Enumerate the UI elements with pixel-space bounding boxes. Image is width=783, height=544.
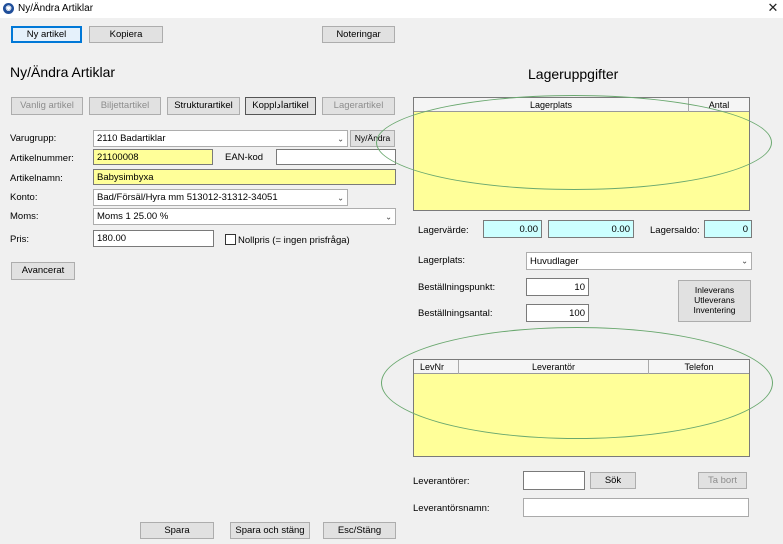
account-label: Konto: [10, 192, 38, 203]
price-label: Pris: [10, 234, 29, 245]
escape-close-button[interactable]: Esc/Stäng [323, 522, 396, 539]
app-logo-icon: ◉ [3, 3, 14, 14]
stock-value-field-2: 0.00 [548, 220, 634, 238]
column-header-leverantor[interactable]: Leverantör [459, 360, 649, 374]
ean-label: EAN-kod [225, 152, 264, 163]
article-number-field[interactable]: 21100008 [93, 149, 213, 165]
chevron-down-icon: ⌄ [337, 193, 344, 202]
page-title: Ny/Ändra Artiklar [10, 64, 116, 80]
chevron-down-icon: ⌄ [337, 134, 344, 143]
ean-field[interactable] [276, 149, 396, 165]
tab-structure-article[interactable]: Strukturartikel [167, 97, 240, 115]
tab-linked-article[interactable]: Kopplادartikel [245, 97, 316, 115]
supplier-name-label: Leverantörsnamn: [413, 503, 490, 514]
new-article-button[interactable]: Ny artikel [11, 26, 82, 43]
reorder-point-label: Beställningspunkt: [418, 282, 496, 293]
stock-location-select[interactable]: Huvudlager ⌄ [526, 252, 752, 270]
vat-select[interactable]: Moms 1 25.00 % ⌄ [93, 208, 396, 225]
notes-button[interactable]: Noteringar [322, 26, 395, 43]
price-field[interactable]: 180.00 [93, 230, 214, 247]
stock-location-grid[interactable]: Lagerplats Antal [413, 97, 750, 211]
stock-location-label: Lagerplats: [418, 255, 466, 266]
column-header-telefon[interactable]: Telefon [649, 360, 749, 374]
reorder-point-field[interactable]: 10 [526, 278, 589, 296]
in-out-inventory-button[interactable]: Inleverans Utleverans Inventering [678, 280, 751, 322]
window-title: Ny/Ändra Artiklar [18, 3, 94, 14]
tab-stock-article[interactable]: Lagerartikel [322, 97, 395, 115]
order-quantity-label: Beställningsantal: [418, 308, 493, 319]
column-header-lagerplats[interactable]: Lagerplats [414, 98, 689, 112]
close-icon[interactable]: ✕ [765, 0, 781, 16]
supplier-grid-header: LevNr Leverantör Telefon [414, 360, 749, 374]
stock-value-field-1: 0.00 [483, 220, 542, 238]
supplier-grid[interactable]: LevNr Leverantör Telefon [413, 359, 750, 457]
varugrupp-select[interactable]: 2110 Badartiklar ⌄ [93, 130, 348, 147]
varugrupp-label: Varugrupp: [10, 133, 57, 144]
stock-location-value: Huvudlager [530, 255, 579, 267]
account-value: Bad/Försäl/Hyra mm 513012-31312-34051 [97, 192, 278, 203]
tab-ticket-article[interactable]: Biljettartikel [89, 97, 161, 115]
vat-value: Moms 1 25.00 % [97, 211, 169, 222]
stock-value-label: Lagervärde: [418, 225, 469, 236]
supplier-name-field[interactable] [523, 498, 749, 517]
stock-balance-label: Lagersaldo: [650, 225, 700, 236]
advanced-button[interactable]: Avancerat [11, 262, 75, 280]
chevron-down-icon: ⌄ [385, 212, 392, 221]
column-header-levnr[interactable]: LevNr [414, 360, 459, 374]
article-name-field[interactable]: Babysimbyxa [93, 169, 396, 185]
copy-button[interactable]: Kopiera [89, 26, 163, 43]
save-and-close-button[interactable]: Spara och stäng [230, 522, 310, 539]
tab-regular-article[interactable]: Vanlig artikel [11, 97, 83, 115]
new-edit-group-button[interactable]: Ny/Ändra [350, 130, 395, 147]
order-quantity-field[interactable]: 100 [526, 304, 589, 322]
stock-grid-header: Lagerplats Antal [414, 98, 749, 112]
inventering-text: Inventering [693, 304, 736, 315]
article-number-label: Artikelnummer: [10, 153, 74, 164]
supplier-search-field[interactable] [523, 471, 585, 490]
zero-price-checkbox[interactable] [225, 234, 236, 245]
title-bar: ◉ Ny/Ändra Artiklar ✕ [0, 0, 783, 18]
article-name-label: Artikelnamn: [10, 173, 63, 184]
suppliers-label: Leverantörer: [413, 476, 470, 487]
save-button[interactable]: Spara [140, 522, 214, 539]
vat-label: Moms: [10, 211, 39, 222]
search-button[interactable]: Sök [590, 472, 636, 489]
remove-button[interactable]: Ta bort [698, 472, 747, 489]
column-header-antal[interactable]: Antal [689, 98, 749, 112]
stock-heading: Lageruppgifter [528, 66, 619, 82]
stock-balance-field: 0 [704, 220, 752, 238]
chevron-down-icon: ⌄ [741, 256, 748, 266]
account-select[interactable]: Bad/Försäl/Hyra mm 513012-31312-34051 ⌄ [93, 189, 348, 206]
varugrupp-value: 2110 Badartiklar [97, 133, 166, 144]
zero-price-label: Nollpris (= ingen prisfråga) [238, 235, 350, 246]
